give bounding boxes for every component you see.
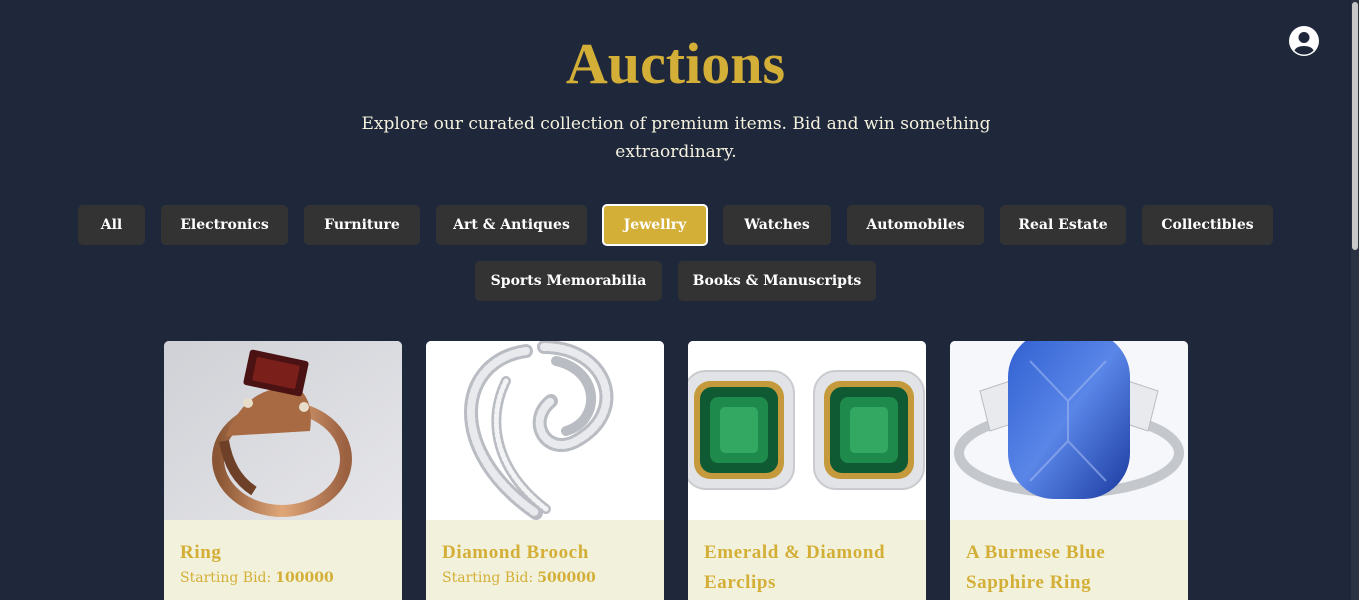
item-name: Emerald & Diamond Earclips — [704, 542, 886, 593]
page-scrollbar[interactable] — [1351, 0, 1359, 600]
emerald-earclips-image — [688, 341, 926, 520]
category-chip-automobiles[interactable]: Automobiles — [847, 205, 984, 245]
category-chip-collectibles[interactable]: Collectibles — [1142, 205, 1273, 245]
auction-card[interactable]: A Burmese Blue Sapphire Ring — [950, 341, 1188, 600]
category-chip-all[interactable]: All — [78, 205, 145, 245]
starting-bid: Starting Bid: 100000 — [180, 570, 386, 586]
auction-card[interactable]: Ring Starting Bid: 100000 — [164, 341, 402, 600]
starting-bid-value: 100000 — [275, 570, 334, 586]
item-name: A Burmese Blue Sapphire Ring — [966, 542, 1106, 593]
scrollbar-thumb[interactable] — [1352, 2, 1358, 250]
auction-card[interactable]: Emerald & Diamond Earclips — [688, 341, 926, 600]
sapphire-ring-image — [950, 341, 1188, 520]
diamond-brooch-image — [426, 341, 664, 520]
item-name: Ring — [180, 542, 222, 563]
category-chip-real-estate[interactable]: Real Estate — [1000, 205, 1126, 245]
starting-bid: Starting Bid: 500000 — [442, 570, 648, 586]
category-chip-watches[interactable]: Watches — [723, 205, 831, 245]
category-chip-jewellry[interactable]: Jewellry — [602, 204, 708, 246]
garnet-ring-image — [164, 341, 402, 520]
category-chip-electronics[interactable]: Electronics — [161, 205, 288, 245]
page-title: Auctions — [565, 31, 786, 96]
item-name: Diamond Brooch — [442, 542, 589, 563]
auction-card[interactable]: Diamond Brooch Starting Bid: 500000 — [426, 341, 664, 600]
starting-bid-label: Starting Bid: — [442, 570, 534, 586]
category-chip-sports-memorabilia[interactable]: Sports Memorabilia — [475, 261, 662, 301]
category-chip-art-antiques[interactable]: Art & Antiques — [436, 205, 587, 245]
category-chip-books-manuscripts[interactable]: Books & Manuscripts — [678, 261, 876, 301]
page-subtitle: Explore our curated collection of premiu… — [361, 114, 991, 162]
category-chip-furniture[interactable]: Furniture — [304, 205, 420, 245]
starting-bid-value: 500000 — [537, 570, 596, 586]
starting-bid-label: Starting Bid: — [180, 570, 272, 586]
